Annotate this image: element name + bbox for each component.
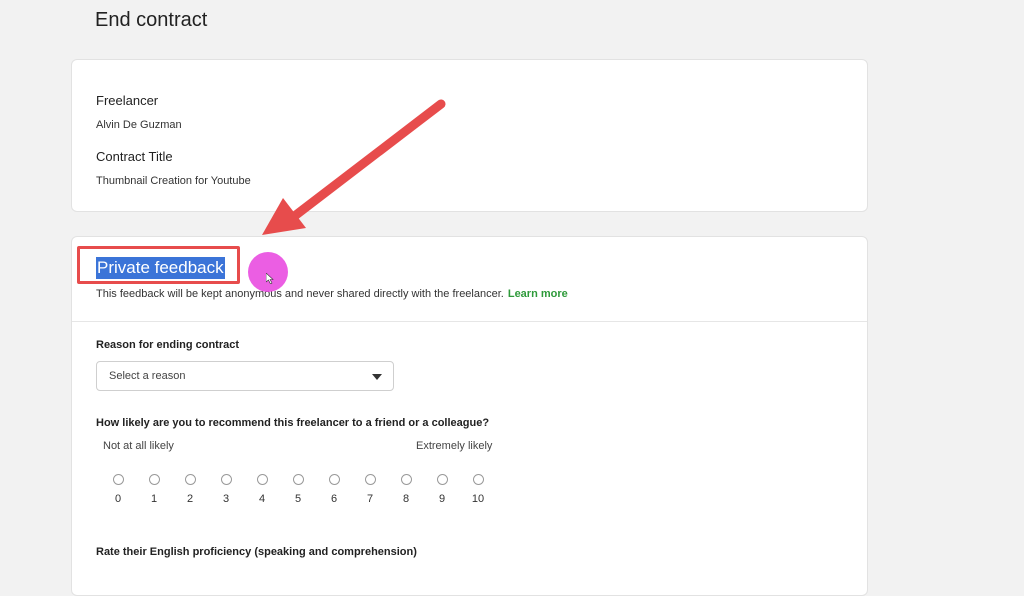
radio-button[interactable] — [328, 474, 340, 485]
scale-number: 5 — [294, 493, 302, 505]
radio-button[interactable] — [184, 474, 196, 485]
scale-number: 3 — [222, 493, 230, 505]
mouse-pointer-icon — [266, 273, 274, 284]
scale-number: 6 — [330, 493, 338, 505]
radio-button[interactable] — [220, 474, 232, 485]
radio-button[interactable] — [292, 474, 304, 485]
scale-option[interactable]: 3 — [214, 474, 238, 505]
freelancer-label: Freelancer — [96, 93, 159, 108]
scale-low-label: Not at all likely — [103, 440, 174, 452]
reason-select-value: Select a reason — [109, 370, 186, 382]
scale-option[interactable]: 2 — [178, 474, 202, 505]
contract-summary-card: Freelancer Alvin De Guzman Contract Titl… — [71, 59, 868, 212]
scale-number: 0 — [114, 493, 122, 505]
scale-option[interactable]: 10 — [466, 474, 490, 505]
contract-title-value: Thumbnail Creation for Youtube — [96, 175, 251, 187]
radio-button[interactable] — [112, 474, 124, 485]
scale-option[interactable]: 6 — [322, 474, 346, 505]
scale-option[interactable]: 7 — [358, 474, 382, 505]
contract-title-label: Contract Title — [96, 149, 173, 164]
scale-number: 4 — [258, 493, 266, 505]
reason-label: Reason for ending contract — [96, 339, 240, 351]
section-divider — [72, 321, 867, 322]
scale-number: 8 — [402, 493, 410, 505]
scale-option[interactable]: 1 — [142, 474, 166, 505]
scale-number: 9 — [438, 493, 446, 505]
radio-button[interactable] — [436, 474, 448, 485]
scale-high-label: Extremely likely — [416, 440, 493, 452]
private-feedback-card: Private feedback This feedback will be k… — [71, 236, 868, 596]
radio-button[interactable] — [400, 474, 412, 485]
scale-option[interactable]: 4 — [250, 474, 274, 505]
scale-option[interactable]: 9 — [430, 474, 454, 505]
radio-button[interactable] — [364, 474, 376, 485]
page-title: End contract — [95, 9, 208, 31]
scale-number: 1 — [150, 493, 158, 505]
scale-number: 7 — [366, 493, 374, 505]
scale-option[interactable]: 0 — [106, 474, 130, 505]
radio-button[interactable] — [148, 474, 160, 485]
radio-button[interactable] — [256, 474, 268, 485]
scale-number: 2 — [186, 493, 194, 505]
caret-down-icon — [372, 374, 382, 380]
reason-select[interactable]: Select a reason — [96, 361, 394, 391]
scale-option[interactable]: 8 — [394, 474, 418, 505]
recommend-question: How likely are you to recommend this fre… — [96, 417, 490, 429]
scale-option[interactable]: 5 — [286, 474, 310, 505]
freelancer-name: Alvin De Guzman — [96, 119, 182, 131]
description-text: This feedback will be kept anonymous and… — [96, 288, 504, 300]
private-feedback-description: This feedback will be kept anonymous and… — [96, 288, 568, 300]
radio-button[interactable] — [472, 474, 484, 485]
cursor-highlight — [248, 252, 288, 292]
scale-number: 10 — [471, 493, 485, 505]
annotation-highlight-box — [77, 246, 240, 284]
learn-more-link[interactable]: Learn more — [508, 288, 568, 300]
english-proficiency-label: Rate their English proficiency (speaking… — [96, 546, 417, 558]
